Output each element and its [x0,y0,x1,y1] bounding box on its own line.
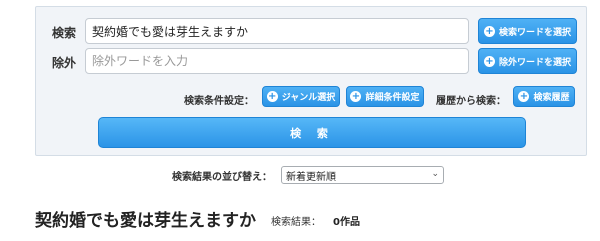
result-count: 0作品 [333,217,360,228]
keyword-select-label: 検索ワードを選択 [498,27,571,38]
result-title: 契約婚でも愛は芽生えますか [35,211,256,231]
result-meta-label: 検索結果： [271,217,321,228]
search-submit-button[interactable]: 検 索 [98,117,526,148]
search-submit-label: 検 索 [290,126,334,140]
plus-circle-icon: + [518,91,530,102]
history-label: 履歴から検索： [436,96,506,107]
genre-select-button[interactable]: + ジャンル選択 [262,86,340,107]
chevron-down-icon: ⌄ [431,169,439,179]
plus-circle-icon: + [350,91,362,102]
keyword-label: 検索 [52,26,77,40]
sort-label: 検索結果の並び替え： [172,172,272,183]
exclude-select-label: 除外ワードを選択 [498,57,571,68]
detail-conditions-button[interactable]: + 詳細条件設定 [346,86,424,107]
sort-select[interactable]: 新着更新順 ⌄ [281,166,444,184]
plus-circle-icon: + [483,55,495,67]
search-history-label: 検索履歴 [533,93,570,103]
plus-circle-icon: + [483,25,495,37]
conditions-label: 検索条件設定： [184,96,254,107]
sort-selected-value: 新着更新順 [286,171,336,183]
genre-select-label: ジャンル選択 [281,93,336,103]
search-panel: 検索 + 検索ワードを選択 除外 + 除外ワードを選択 検索条件設定： + ジャ… [35,6,587,156]
keyword-input[interactable] [85,18,469,44]
exclude-select-button[interactable]: + 除外ワードを選択 [478,48,577,74]
exclude-input[interactable] [85,48,469,74]
exclude-label: 除外 [52,56,77,70]
keyword-select-button[interactable]: + 検索ワードを選択 [478,18,577,44]
plus-circle-icon: + [266,91,278,102]
detail-conditions-label: 詳細条件設定 [365,93,420,103]
search-history-button[interactable]: + 検索履歴 [513,86,575,107]
